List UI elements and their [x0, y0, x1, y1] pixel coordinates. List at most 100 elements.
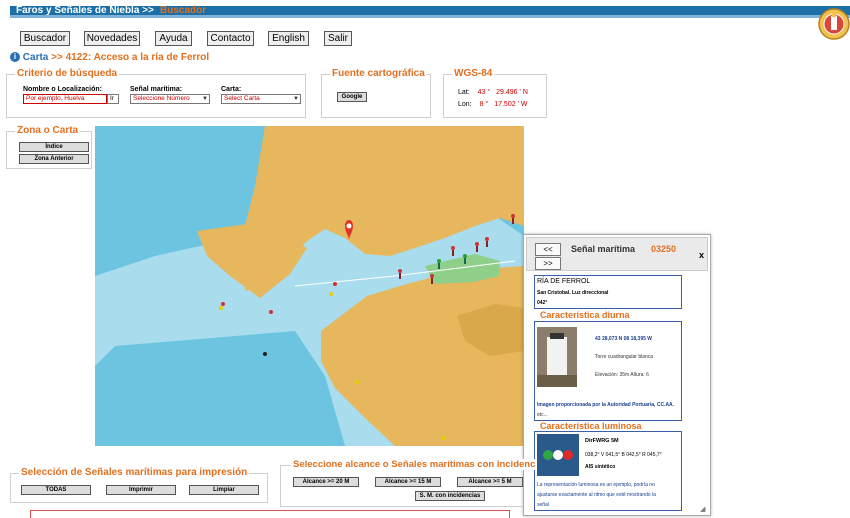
light-code: DirFWRG 5M [585, 438, 619, 444]
popup-title: Señal marítima [571, 244, 636, 254]
disclaimer-line-2: ajustarse exactamente al ritmo que esté … [537, 492, 656, 498]
lon-label: Lon: [458, 101, 472, 108]
range-selection-panel: Seleccione alcance o Señales marítimas c… [280, 459, 538, 507]
tower-description: Torre cuadrangular blanca [595, 354, 654, 360]
elevation-info: Elevación: 35m Altura: 6 [595, 372, 649, 378]
lon-hemisphere: W [520, 101, 528, 108]
light-buoy-icon[interactable] [329, 292, 333, 296]
lon-deg-symbol: ° [485, 101, 489, 108]
previous-zone-button[interactable]: Zona Anterior [19, 154, 89, 164]
info-icon: i [10, 52, 20, 63]
top-banner: Faros y Señales de Niebla >> Buscador [10, 5, 850, 18]
name-label: Nombre o Localización: [23, 86, 102, 93]
lat-label: Lat: [458, 89, 470, 96]
print-selection-panel: Selección de Señales marítimas para impr… [10, 467, 268, 503]
chevron-down-icon: ▼ [293, 96, 299, 102]
signal-label: Señal marítima: [130, 86, 183, 93]
lon-degrees: 8 [479, 101, 484, 108]
disclaimer-line-1: La representación luminosa es un ejemplo… [537, 482, 655, 488]
disclaimer-line-3: señal [537, 502, 549, 508]
photo-credit-etc: etc... [537, 412, 548, 418]
name-search-input[interactable]: Por ejemplo, Huelva [23, 94, 107, 104]
chevron-down-icon: ▼ [202, 96, 208, 102]
light-buoy-icon[interactable] [263, 352, 267, 356]
lat-min-symbol: ' [519, 89, 521, 96]
signal-select[interactable]: Seleccione Número ▼ [130, 94, 210, 104]
breadcrumb: i Carta >> 4122: Acceso a la ría de Ferr… [10, 52, 209, 63]
nautical-chart-map[interactable] [95, 126, 524, 446]
next-signal-button[interactable]: >> [535, 257, 561, 270]
lat-degrees: 43 [477, 89, 486, 96]
chart-label: Carta: [221, 86, 242, 93]
popup-header: << >> Señal marítima 03250 x [526, 237, 708, 271]
cartographic-source-legend: Fuente cartográfica [330, 68, 427, 79]
chart-select-value: Select Carta [224, 95, 260, 102]
zone-panel: Zona o Carta Índice Zona Anterior [6, 125, 92, 169]
light-characteristic-card: DirFWRG 5M 038,2° V 041,5° B 042,5° R 04… [534, 431, 682, 511]
light-sectors: 038,2° V 041,5° B 042,5° R 045,7° [585, 452, 662, 458]
incidents-button[interactable]: S. M. con incidencias [415, 491, 485, 501]
wgs84-panel: WGS-84 Lat: 43 ° 29.496 ' N Lon: 8 ° 17.… [443, 68, 547, 118]
range-5-button[interactable]: Alcance >= 5 M [457, 477, 523, 487]
light-buoy-icon[interactable] [333, 282, 337, 286]
lighthouse-photo [537, 327, 577, 387]
signal-detail-popup: << >> Señal marítima 03250 x RÍA DE FERR… [523, 234, 711, 516]
lon-min-symbol: ' [517, 101, 519, 108]
nav-novedades-button[interactable]: Novedades [84, 31, 140, 46]
signal-number: 03250 [651, 244, 677, 254]
range-selection-legend: Seleccione alcance o Señales marítimas c… [291, 459, 538, 470]
section-title: Buscador [160, 5, 207, 16]
range-15-button[interactable]: Alcance >= 15 M [375, 477, 441, 487]
nav-salir-button[interactable]: Salir [324, 31, 352, 46]
breadcrumb-path: >> 4122: Acceso a la ría de Ferrol [51, 52, 210, 63]
light-buoy-icon[interactable] [221, 302, 225, 306]
nav-english-button[interactable]: English [268, 31, 309, 46]
emblem-logo [818, 6, 850, 42]
search-criteria-legend: Criterio de búsqueda [15, 68, 120, 79]
cartographic-source-panel: Fuente cartográfica Google [321, 68, 431, 118]
resize-handle-icon[interactable]: ◢ [700, 505, 708, 513]
print-button[interactable]: Imprimir [106, 485, 176, 495]
day-characteristic-title: Característica diurna [540, 310, 630, 320]
signal-subtitle: San Cristobal. Luz direccional [537, 290, 609, 296]
breadcrumb-carta-link[interactable]: Carta [23, 52, 49, 63]
app-title: Faros y Señales de Niebla >> [16, 5, 154, 16]
day-characteristic-card: 43 28,073 N 08 18,395 W Torre cuadrangul… [534, 321, 682, 421]
signal-select-value: Seleccione Número [133, 95, 190, 102]
range-20-button[interactable]: Alcance >= 20 M [293, 477, 359, 487]
light-buoy-icon[interactable] [441, 436, 445, 440]
latitude-readout: Lat: 43 ° 29.496 ' N [458, 89, 528, 96]
search-criteria-panel: Criterio de búsqueda Nombre o Localizaci… [6, 68, 306, 118]
signal-code: 042° [537, 300, 548, 306]
clear-button[interactable]: Limpiar [189, 485, 259, 495]
ais-label: AIS sintético [585, 464, 616, 470]
close-icon[interactable]: x [699, 250, 704, 260]
light-animation [537, 434, 579, 476]
place-name: RÍA DE FERROL [537, 278, 591, 285]
photo-credit: Imagen proporcionada por la Autoridad Po… [537, 402, 675, 408]
lat-deg-symbol: ° [487, 89, 491, 96]
print-selection-legend: Selección de Señales marítimas para impr… [19, 467, 250, 478]
nav-buscador-button[interactable]: Buscador [20, 31, 70, 46]
lat-hemisphere: N [522, 89, 528, 96]
nav-ayuda-button[interactable]: Ayuda [155, 31, 192, 46]
signal-coordinates: 43 28,073 N 08 18,395 W [595, 336, 652, 342]
lon-minutes: 17.502 [494, 101, 516, 108]
wgs84-legend: WGS-84 [452, 68, 495, 79]
previous-signal-button[interactable]: << [535, 243, 561, 256]
nav-contacto-button[interactable]: Contacto [207, 31, 254, 46]
zone-legend: Zona o Carta [15, 125, 81, 136]
light-buoy-icon[interactable] [219, 306, 223, 310]
index-button[interactable]: Índice [19, 142, 89, 152]
chart-select[interactable]: Select Carta ▼ [221, 94, 301, 104]
lat-minutes: 29.496 [496, 89, 518, 96]
footer-bar [30, 510, 510, 518]
select-all-button[interactable]: TODAS [21, 485, 91, 495]
signal-summary-card: RÍA DE FERROL San Cristobal. Luz direcci… [534, 275, 682, 309]
go-button[interactable]: Ir [107, 94, 119, 104]
light-buoy-icon[interactable] [355, 380, 359, 384]
longitude-readout: Lon: 8 ° 17.502 ' W [458, 101, 527, 108]
light-characteristic-title: Característica luminosa [540, 421, 642, 431]
google-button[interactable]: Google [337, 92, 367, 102]
light-buoy-icon[interactable] [269, 310, 273, 314]
